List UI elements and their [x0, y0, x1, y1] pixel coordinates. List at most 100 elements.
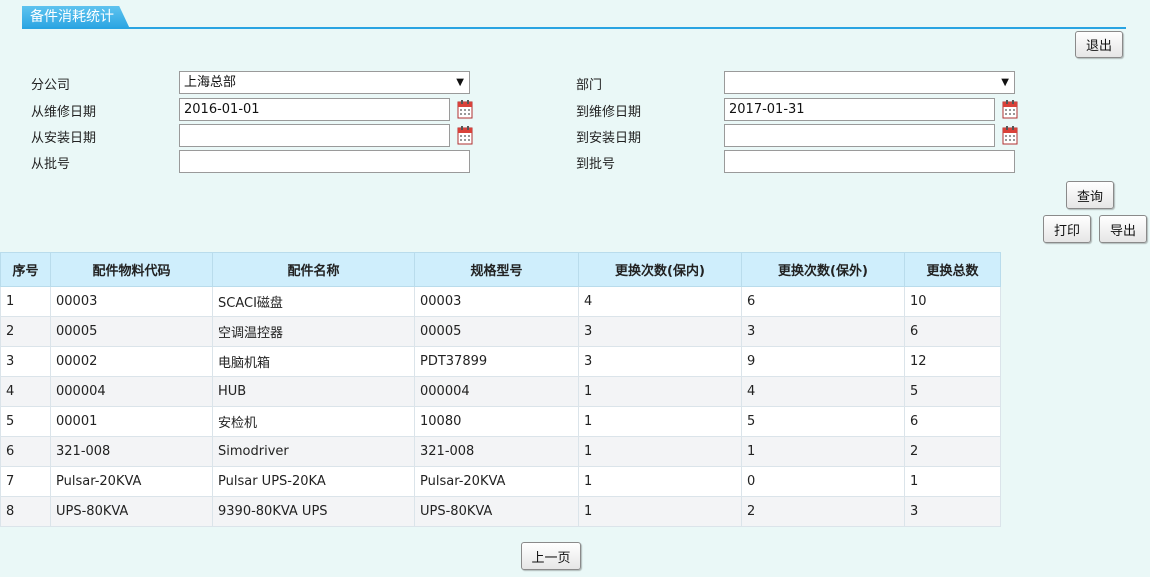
table-cell: SCACI磁盘	[212, 286, 415, 317]
table-row[interactable]: 2 00005 空调温控器 00005 3 3 6	[0, 316, 1001, 347]
table-cell: 1	[578, 376, 742, 407]
table-row[interactable]: 7 Pulsar-20KVA Pulsar UPS-20KA Pulsar-20KVA…	[0, 466, 1001, 497]
repair-to-input[interactable]: 2017-01-31	[724, 98, 995, 121]
column-header: 更换次数(保外)	[741, 252, 905, 287]
table-cell: 3	[578, 346, 742, 377]
table-cell: 00003	[414, 286, 579, 317]
table-row[interactable]: 4 000004 HUB 000004 1 4 5	[0, 376, 1001, 407]
table-cell: 6	[0, 436, 51, 467]
table-cell: 4	[578, 286, 742, 317]
dept-label: 部门	[576, 78, 603, 93]
table-cell: UPS-80KVA	[50, 496, 213, 527]
table-cell: 00005	[50, 316, 213, 347]
table-cell: 321-008	[50, 436, 213, 467]
table-row[interactable]: 1 00003 SCACI磁盘 00003 4 6 10	[0, 286, 1001, 317]
table-cell: PDT37899	[414, 346, 579, 377]
batch-to-input[interactable]	[724, 150, 1015, 173]
repair-from-input[interactable]: 2016-01-01	[179, 98, 450, 121]
table-cell: 2	[741, 496, 905, 527]
calendar-icon[interactable]	[457, 125, 473, 145]
table-header-row: 序号 配件物料代码 配件名称 规格型号 更换次数(保内) 更换次数(保外) 更换总数	[0, 252, 1001, 287]
column-header: 规格型号	[414, 252, 579, 287]
table-cell: 00003	[50, 286, 213, 317]
table-cell: 2	[0, 316, 51, 347]
table-row[interactable]: 8 UPS-80KVA 9390-80KVA UPS UPS-80KVA 1 2 3	[0, 496, 1001, 527]
batch-to-label: 到批号	[576, 157, 616, 172]
branch-select[interactable]: 上海总部 ▼	[179, 71, 470, 94]
column-header: 更换总数	[904, 252, 1001, 287]
table-cell: 3	[741, 316, 905, 347]
export-button[interactable]: 导出	[1099, 215, 1147, 243]
table-cell: 4	[741, 376, 905, 407]
table-cell: 3	[904, 496, 1001, 527]
table-cell: 空调温控器	[212, 316, 415, 347]
exit-button[interactable]: 退出	[1075, 31, 1123, 58]
table-cell: 5	[741, 406, 905, 437]
batch-from-label: 从批号	[31, 157, 71, 172]
table-cell: Pulsar-20KVA	[414, 466, 579, 497]
table-cell: 0	[741, 466, 905, 497]
chevron-down-icon: ▼	[456, 77, 464, 88]
print-button[interactable]: 打印	[1043, 215, 1091, 243]
table-cell: 1	[578, 466, 742, 497]
branch-select-value: 上海总部	[184, 75, 237, 90]
table-cell: UPS-80KVA	[414, 496, 579, 527]
table-cell: HUB	[212, 376, 415, 407]
table-cell: Pulsar UPS-20KA	[212, 466, 415, 497]
table-row[interactable]: 5 00001 安检机 10080 1 5 6	[0, 406, 1001, 437]
column-header: 配件物料代码	[50, 252, 213, 287]
table-cell: 2	[904, 436, 1001, 467]
table-cell: 4	[0, 376, 51, 407]
branch-label: 分公司	[31, 78, 71, 93]
column-header: 更换次数(保内)	[578, 252, 742, 287]
table-cell: 9	[741, 346, 905, 377]
table-cell: 3	[578, 316, 742, 347]
install-from-label: 从安装日期	[31, 131, 97, 146]
title-underline	[22, 27, 1126, 29]
repair-to-label: 到维修日期	[576, 105, 642, 120]
table-cell: 1	[0, 286, 51, 317]
table-cell: 5	[904, 376, 1001, 407]
table-cell: 8	[0, 496, 51, 527]
calendar-icon[interactable]	[457, 99, 473, 119]
table-cell: 电脑机箱	[212, 346, 415, 377]
table-cell: 1	[578, 496, 742, 527]
table-cell: 000004	[50, 376, 213, 407]
table-cell: 7	[0, 466, 51, 497]
table-cell: 5	[0, 406, 51, 437]
results-table: 序号 配件物料代码 配件名称 规格型号 更换次数(保内) 更换次数(保外) 更换总数 1 00…	[0, 252, 1001, 527]
column-header: 序号	[0, 252, 51, 287]
table-cell: 1	[904, 466, 1001, 497]
table-cell: 10	[904, 286, 1001, 317]
table-row[interactable]: 6 321-008 Simodriver 321-008 1 1 2	[0, 436, 1001, 467]
table-cell: Pulsar-20KVA	[50, 466, 213, 497]
install-to-label: 到安装日期	[576, 131, 642, 146]
table-cell: 9390-80KVA UPS	[212, 496, 415, 527]
table-cell: 1	[741, 436, 905, 467]
calendar-icon[interactable]	[1002, 125, 1018, 145]
table-cell: 6	[904, 406, 1001, 437]
page-title: 备件消耗统计	[22, 6, 130, 29]
install-from-input[interactable]	[179, 124, 450, 147]
repair-from-label: 从维修日期	[31, 105, 97, 120]
table-cell: 12	[904, 346, 1001, 377]
batch-from-input[interactable]	[179, 150, 470, 173]
query-button[interactable]: 查询	[1066, 181, 1114, 209]
table-row[interactable]: 3 00002 电脑机箱 PDT37899 3 9 12	[0, 346, 1001, 377]
table-cell: 1	[578, 436, 742, 467]
table-cell: 3	[0, 346, 51, 377]
table-cell: 10080	[414, 406, 579, 437]
table-cell: 6	[904, 316, 1001, 347]
column-header: 配件名称	[212, 252, 415, 287]
table-cell: 00001	[50, 406, 213, 437]
install-to-input[interactable]	[724, 124, 995, 147]
table-cell: 321-008	[414, 436, 579, 467]
calendar-icon[interactable]	[1002, 99, 1018, 119]
table-cell: 1	[578, 406, 742, 437]
table-cell: Simodriver	[212, 436, 415, 467]
dept-select[interactable]: ▼	[724, 71, 1015, 94]
table-cell: 00005	[414, 316, 579, 347]
table-cell: 6	[741, 286, 905, 317]
prev-page-button[interactable]: 上一页	[521, 542, 581, 570]
chevron-down-icon: ▼	[1001, 77, 1009, 88]
